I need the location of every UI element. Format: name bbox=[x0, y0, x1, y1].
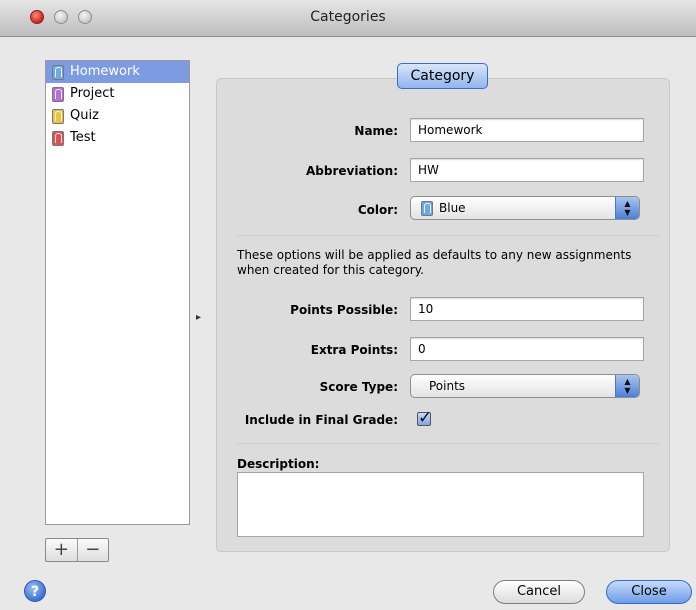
divider bbox=[236, 443, 660, 444]
paperclip-icon bbox=[52, 130, 64, 146]
add-category-button[interactable]: + bbox=[46, 539, 77, 561]
title-bar: Categories bbox=[0, 0, 696, 37]
category-item-label: Project bbox=[70, 86, 115, 101]
description-textarea[interactable] bbox=[237, 472, 644, 537]
help-button[interactable]: ? bbox=[24, 580, 46, 602]
paperclip-icon bbox=[421, 200, 433, 216]
divider bbox=[236, 235, 660, 236]
color-label: Color: bbox=[357, 203, 398, 217]
paperclip-icon bbox=[52, 86, 64, 102]
categories-window: Categories Homework Project Quiz Test + … bbox=[0, 0, 696, 610]
name-label: Name: bbox=[354, 124, 398, 138]
close-button[interactable]: Close bbox=[606, 580, 692, 604]
category-item-homework[interactable]: Homework bbox=[46, 61, 189, 83]
cancel-button[interactable]: Cancel bbox=[493, 580, 585, 604]
color-value: Blue bbox=[439, 201, 466, 215]
abbreviation-field[interactable]: HW bbox=[410, 158, 644, 182]
popup-arrows-icon: ▲ ▼ bbox=[615, 375, 639, 397]
window-title: Categories bbox=[310, 9, 386, 25]
checkmark-icon: ✓ bbox=[418, 408, 433, 428]
score-type-popup[interactable]: Points ▲ ▼ bbox=[410, 374, 640, 398]
score-type-value: Points bbox=[429, 379, 466, 393]
extra-points-field[interactable]: 0 bbox=[410, 337, 644, 361]
popup-arrows-icon: ▲ ▼ bbox=[615, 197, 639, 219]
category-item-quiz[interactable]: Quiz bbox=[46, 105, 189, 127]
include-final-grade-label: Include in Final Grade: bbox=[244, 413, 398, 427]
abbreviation-label: Abbreviation: bbox=[306, 164, 398, 178]
score-type-label: Score Type: bbox=[319, 380, 398, 394]
category-item-label: Homework bbox=[70, 64, 140, 79]
split-view-handle-icon[interactable]: ▸ bbox=[196, 312, 201, 323]
defaults-info-text: These options will be applied as default… bbox=[237, 248, 632, 277]
category-item-label: Test bbox=[70, 130, 96, 145]
add-remove-control: + − bbox=[45, 538, 109, 562]
name-field[interactable]: Homework bbox=[410, 118, 644, 142]
paperclip-icon bbox=[52, 108, 64, 124]
category-group-title: Category bbox=[397, 63, 488, 89]
category-list[interactable]: Homework Project Quiz Test bbox=[45, 60, 190, 525]
points-possible-field[interactable]: 10 bbox=[410, 297, 644, 321]
extra-points-label: Extra Points: bbox=[310, 343, 398, 357]
color-popup[interactable]: Blue ▲ ▼ bbox=[410, 196, 640, 220]
category-item-test[interactable]: Test bbox=[46, 127, 189, 149]
points-possible-label: Points Possible: bbox=[290, 303, 398, 317]
paperclip-icon bbox=[52, 64, 64, 80]
include-final-grade-checkbox[interactable]: ✓ bbox=[417, 408, 432, 428]
category-item-label: Quiz bbox=[70, 108, 99, 123]
description-label: Description: bbox=[237, 457, 320, 471]
remove-category-button[interactable]: − bbox=[76, 539, 109, 561]
category-item-project[interactable]: Project bbox=[46, 83, 189, 105]
